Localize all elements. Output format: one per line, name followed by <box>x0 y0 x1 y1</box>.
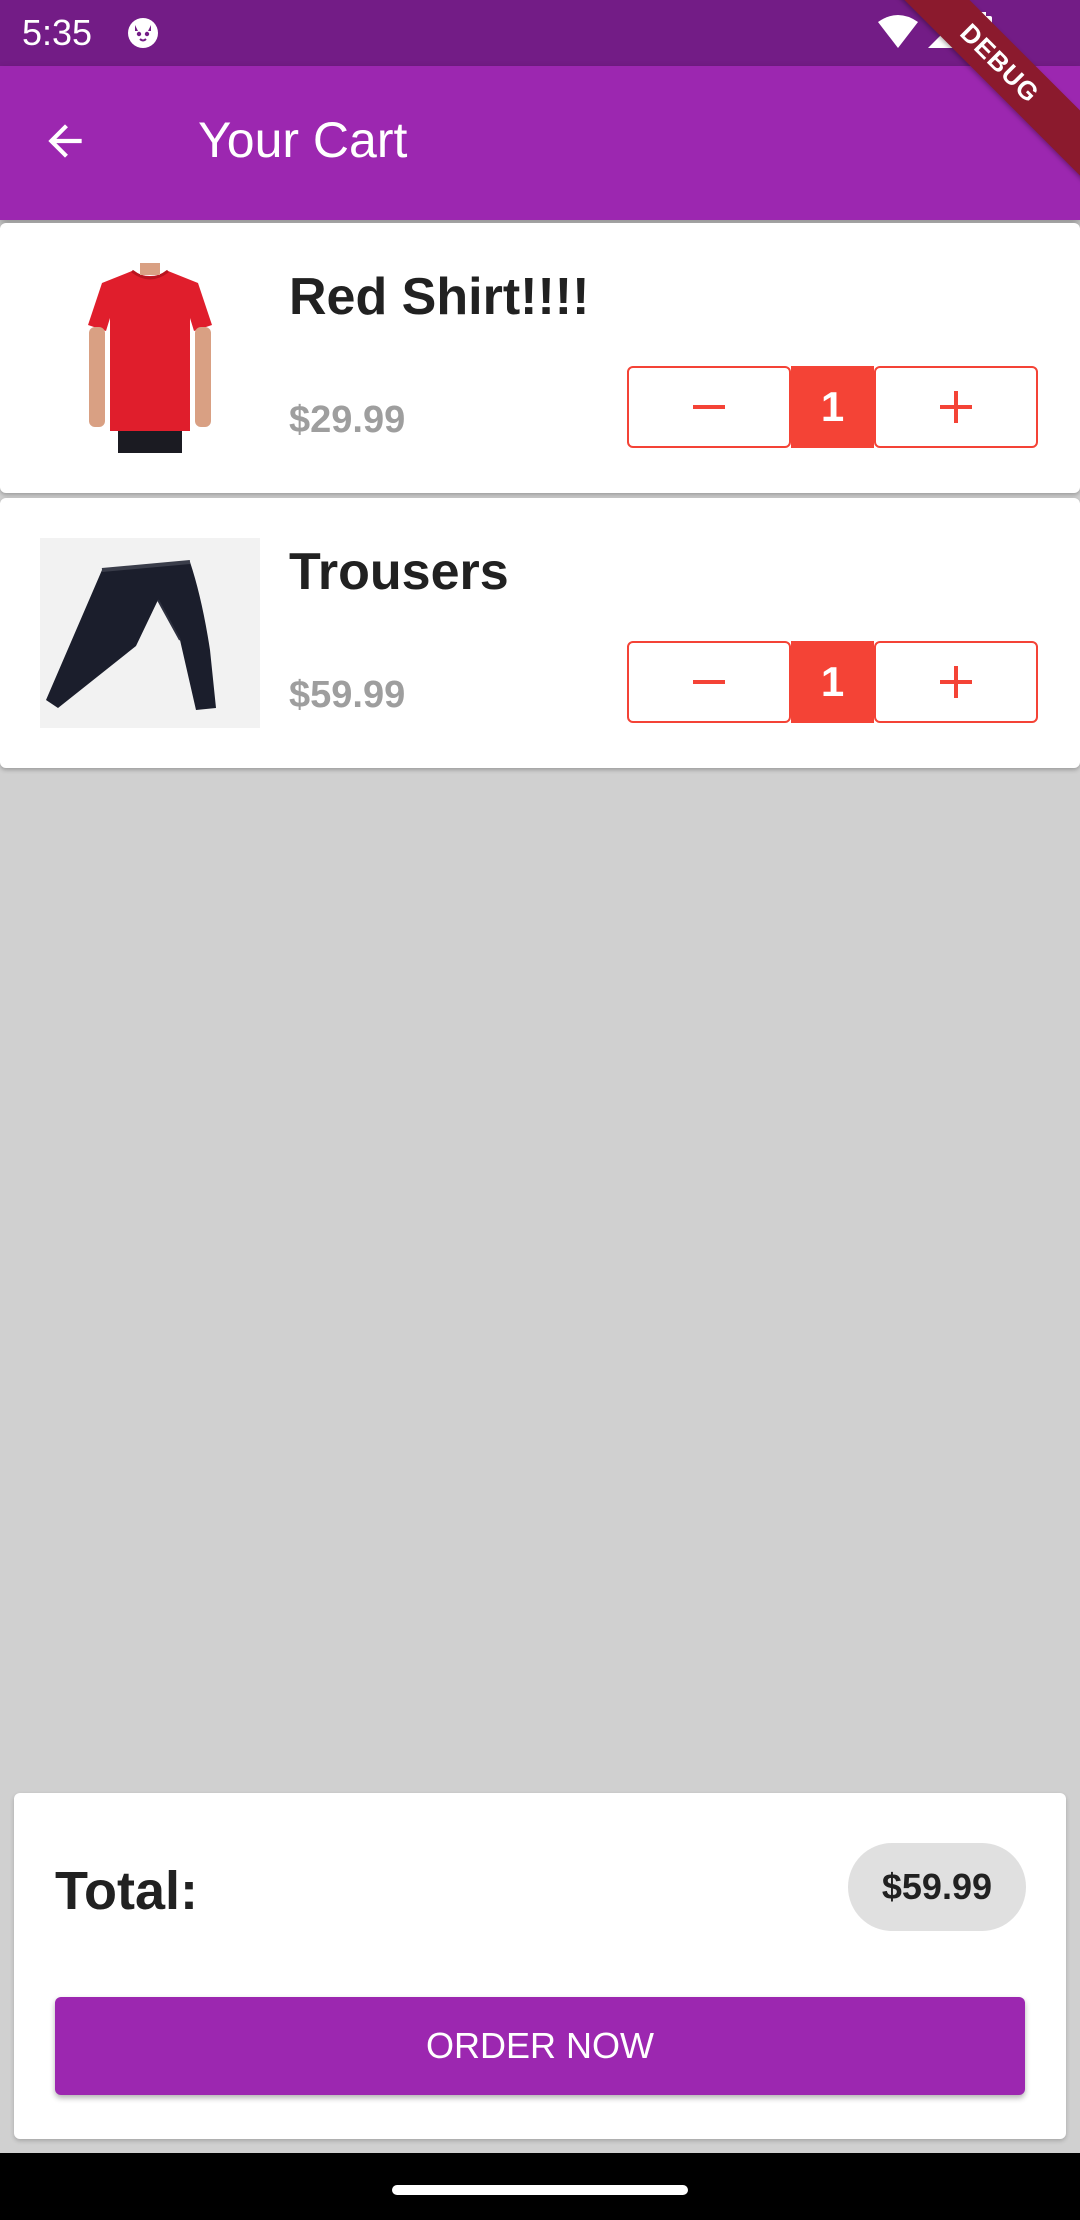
total-summary-card: Total: $59.99 ORDER NOW <box>14 1793 1066 2139</box>
home-gesture-handle[interactable] <box>392 2185 688 2195</box>
minus-icon <box>693 680 725 684</box>
quantity-value: 1 <box>791 366 874 448</box>
cart-item: Trousers $59.99 1 <box>0 498 1080 768</box>
product-price: $29.99 <box>289 399 406 441</box>
navigation-bar <box>0 2153 1080 2220</box>
plus-icon <box>940 391 972 423</box>
arrow-back-icon <box>48 124 82 158</box>
product-name: Trousers <box>289 543 509 601</box>
minus-icon <box>693 405 725 409</box>
cart-item: Red Shirt!!!! $29.99 1 <box>0 223 1080 493</box>
red-shirt-image <box>40 263 260 453</box>
quantity-stepper: 1 <box>627 641 1038 723</box>
order-now-button[interactable]: ORDER NOW <box>55 1997 1025 2095</box>
increment-button[interactable] <box>874 366 1038 448</box>
quantity-value: 1 <box>791 641 874 723</box>
total-amount-chip: $59.99 <box>847 1843 1026 1931</box>
cat-notification-icon <box>128 18 158 48</box>
total-label: Total: <box>55 1861 198 1921</box>
decrement-button[interactable] <box>627 366 791 448</box>
product-name: Red Shirt!!!! <box>289 268 590 326</box>
app-bar: Your Cart <box>0 66 1080 220</box>
wifi-icon <box>878 15 918 48</box>
plus-icon <box>940 666 972 698</box>
trousers-image <box>40 538 260 728</box>
product-price: $59.99 <box>289 674 406 716</box>
back-button[interactable] <box>40 116 114 172</box>
increment-button[interactable] <box>874 641 1038 723</box>
quantity-stepper: 1 <box>627 366 1038 448</box>
status-time: 5:35 <box>22 12 93 53</box>
page-title: Your Cart <box>198 112 408 168</box>
decrement-button[interactable] <box>627 641 791 723</box>
